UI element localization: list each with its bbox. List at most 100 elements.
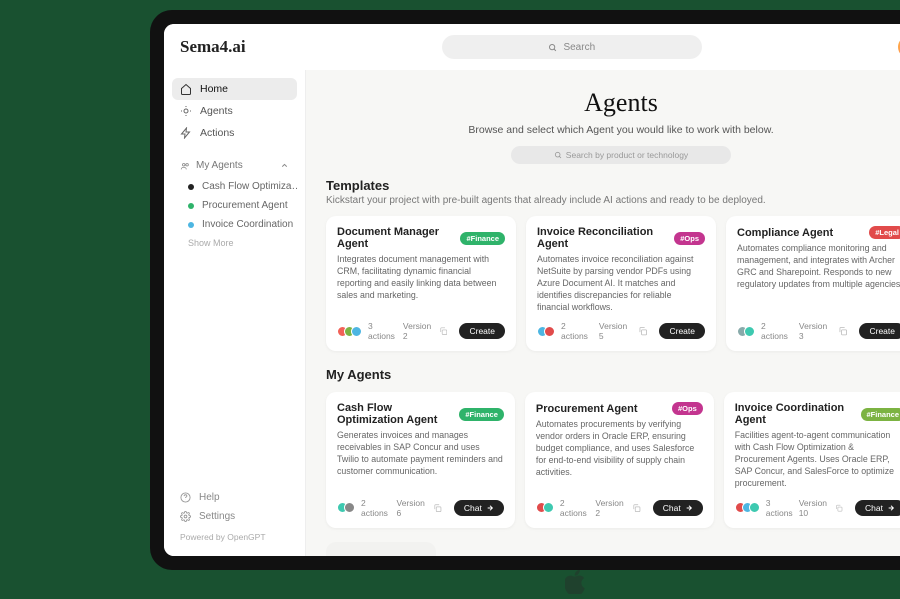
integration-icons (337, 502, 355, 513)
copy-icon[interactable] (638, 326, 647, 336)
global-search[interactable]: Search (442, 35, 702, 59)
copy-icon[interactable] (439, 326, 447, 336)
status-dot (188, 222, 194, 228)
show-more-link[interactable]: Show More (172, 234, 297, 252)
chat-button[interactable]: Chat (454, 500, 504, 516)
card-description: Generates invoices and manages receivabl… (337, 430, 504, 489)
chat-button[interactable]: Chat (653, 500, 703, 516)
nav-label: Actions (200, 127, 234, 139)
section-label: My Agents (196, 160, 243, 171)
my-agents-heading: My Agents (326, 367, 900, 382)
category-badge: #Ops (674, 232, 705, 245)
nav-help[interactable]: Help (172, 488, 297, 507)
nav-label: Settings (199, 511, 235, 522)
category-badge: #Finance (861, 408, 900, 421)
card-description: Automates compliance monitoring and mana… (737, 243, 900, 313)
nav-actions[interactable]: Actions (172, 122, 297, 144)
nav-label: Home (200, 83, 228, 95)
nav-label: Help (199, 492, 220, 503)
status-dot (188, 184, 194, 190)
arrow-right-icon (887, 504, 895, 512)
my-agents-grid: Cash Flow Optimization Agent #Finance Ge… (326, 392, 900, 527)
monitor-frame: Sema4.ai Search Home Agents Actions (150, 10, 900, 570)
main-content: Agents Browse and select which Agent you… (306, 70, 900, 556)
nav-home[interactable]: Home (172, 78, 297, 100)
sub-item-label: Procurement Agent (202, 200, 288, 211)
integration-icons (337, 326, 362, 337)
integration-icon (744, 326, 755, 337)
status-dot (188, 203, 194, 209)
search-icon (554, 151, 562, 159)
version-label: Version 2 (595, 498, 626, 518)
card-description: Automates invoice reconciliation against… (537, 254, 705, 313)
search-placeholder: Search by product or technology (566, 150, 688, 160)
search-icon (548, 43, 557, 52)
copy-icon[interactable] (632, 503, 641, 513)
category-badge: #Ops (672, 402, 703, 415)
agent-card[interactable]: Invoice Reconciliation Agent #Ops Automa… (526, 216, 716, 351)
sidebar-sub-item[interactable]: Invoice Coordination … (172, 215, 297, 234)
version-label: Version 2 (403, 321, 433, 341)
version-label: Version 5 (599, 321, 632, 341)
home-icon (180, 83, 192, 95)
card-title: Invoice Reconciliation Agent (537, 226, 668, 250)
copy-icon[interactable] (838, 326, 847, 336)
card-title: Document Manager Agent (337, 226, 454, 250)
nav-settings[interactable]: Settings (172, 507, 297, 526)
category-badge: #Finance (459, 408, 504, 421)
actions-count: 2 actions (560, 498, 590, 518)
create-button[interactable]: Create (859, 323, 900, 339)
sidebar: Home Agents Actions My Agents Cash Flow … (164, 70, 306, 556)
actions-count: 3 actions (766, 498, 793, 518)
sidebar-section-my-agents[interactable]: My Agents (172, 154, 297, 177)
version-label: Version 6 (397, 498, 428, 518)
integration-icons (536, 502, 554, 513)
agent-card[interactable]: Procurement Agent #Ops Automates procure… (525, 392, 714, 527)
category-badge: #Legal (869, 226, 900, 239)
powered-by: Powered by OpenGPT (172, 526, 297, 548)
add-agent-card[interactable]: + (326, 542, 436, 556)
actions-count: 2 actions (561, 321, 593, 341)
create-button[interactable]: Create (659, 323, 705, 339)
page-subtitle: Browse and select which Agent you would … (326, 124, 900, 136)
actions-count: 2 actions (761, 321, 793, 341)
actions-count: 3 actions (368, 321, 397, 341)
sub-item-label: Invoice Coordination … (202, 219, 297, 230)
category-badge: #Finance (460, 232, 505, 245)
card-description: Automates procurements by verifying vend… (536, 419, 703, 489)
card-title: Procurement Agent (536, 403, 638, 415)
sub-item-label: Cash Flow Optimiza… (202, 181, 297, 192)
sidebar-sub-item[interactable]: Cash Flow Optimiza… (172, 177, 297, 196)
actions-icon (180, 127, 192, 139)
integration-icons (537, 326, 555, 337)
integration-icons (737, 326, 755, 337)
group-icon (180, 161, 190, 171)
templates-grid: Document Manager Agent #Finance Integrat… (326, 216, 900, 351)
sidebar-sub-item[interactable]: Procurement Agent (172, 196, 297, 215)
copy-icon[interactable] (835, 503, 843, 513)
page-title: Agents (326, 88, 900, 118)
agents-icon (180, 105, 192, 117)
integration-icon (351, 326, 362, 337)
body: Home Agents Actions My Agents Cash Flow … (164, 70, 900, 556)
version-label: Version 10 (799, 498, 830, 518)
chat-button[interactable]: Chat (855, 500, 900, 516)
templates-heading: Templates (326, 178, 900, 193)
copy-icon[interactable] (433, 503, 442, 513)
card-title: Invoice Coordination Agent (735, 402, 855, 426)
agent-search[interactable]: Search by product or technology (511, 146, 731, 164)
brand-logo: Sema4.ai (180, 37, 246, 57)
create-button[interactable]: Create (459, 323, 505, 339)
agent-card[interactable]: Compliance Agent #Legal Automates compli… (726, 216, 900, 351)
card-title: Compliance Agent (737, 227, 833, 239)
agent-card[interactable]: Cash Flow Optimization Agent #Finance Ge… (326, 392, 515, 527)
apple-logo (565, 570, 585, 599)
nav-agents[interactable]: Agents (172, 100, 297, 122)
version-label: Version 3 (799, 321, 832, 341)
actions-count: 2 actions (361, 498, 391, 518)
agent-card[interactable]: Invoice Coordination Agent #Finance Faci… (724, 392, 900, 527)
card-description: Integrates document management with CRM,… (337, 254, 505, 313)
agent-card[interactable]: Document Manager Agent #Finance Integrat… (326, 216, 516, 351)
arrow-right-icon (685, 504, 693, 512)
templates-subtitle: Kickstart your project with pre-built ag… (326, 195, 900, 206)
